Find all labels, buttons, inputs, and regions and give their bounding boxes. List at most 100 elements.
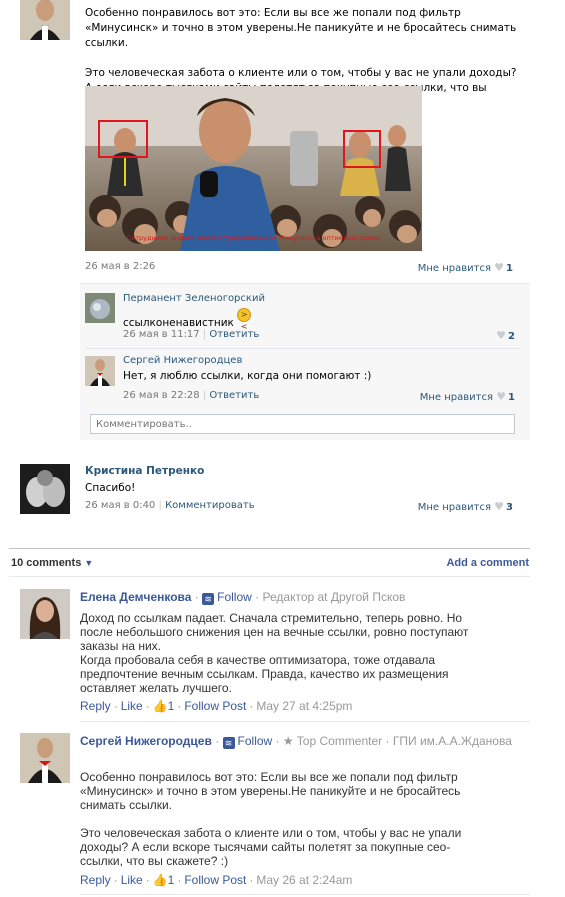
reply-meta: 26 мая в 11:17 | Ответить	[123, 329, 260, 340]
comment-meta: 26 мая в 0:40 | Комментировать	[85, 500, 255, 511]
heart-icon: ♥	[494, 261, 505, 274]
follow-button[interactable]: ≋ Follow	[222, 734, 273, 749]
fb-comment-line: Когда пробовала себя в качестве оптимиза…	[80, 653, 436, 667]
laughing-emoji-icon: ><	[237, 308, 252, 331]
comment-input[interactable]	[90, 414, 515, 434]
like-count: 3	[506, 502, 513, 513]
reply-date[interactable]: 26 мая в 22:28	[123, 390, 200, 401]
reply-text: Нет, я люблю ссылки, когда они помогают …	[123, 370, 372, 382]
comment-like-button[interactable]: Мне нравится ♥ 3	[360, 500, 513, 513]
heart-icon: ♥	[496, 390, 507, 403]
reply-button[interactable]: Reply	[80, 699, 111, 713]
post-text-paragraph-1: Особенно понравилось вот это: Если вы вс…	[85, 7, 517, 49]
reply-like-button[interactable]: ♥ 2	[460, 329, 515, 342]
rss-icon: ≋	[202, 593, 215, 605]
heart-icon: ♥	[494, 500, 505, 513]
post-date[interactable]: 26 мая в 2:26	[85, 261, 155, 272]
comments-count-label: 10 comments	[11, 557, 82, 569]
fb-comment-body: Особенно понравилось вот это: Если вы вс…	[80, 770, 500, 868]
fb-comment-header: Сергей Нижегородцев · ≋ Follow · ★ Top Co…	[80, 733, 530, 749]
comment-text: Спасибо!	[85, 482, 136, 494]
reply-avatar[interactable]	[85, 293, 115, 323]
top-commenter-badge: Top Commenter	[296, 734, 383, 748]
like-count: 1	[506, 263, 513, 274]
follow-label: Follow	[237, 734, 273, 748]
separator-dot: ·	[177, 873, 182, 887]
separator-dot: ·	[255, 590, 260, 604]
reply-author-name[interactable]: Сергей Нижегородцев	[123, 355, 242, 366]
reply-like-button[interactable]: Мне нравится ♥ 1	[380, 390, 515, 403]
fb-comment-line: ссылки, что вы скажете? :)	[80, 854, 229, 868]
like-button[interactable]: Like	[121, 873, 143, 887]
fb-comment-line: предпочтение вечным ссылкам. Правда, кач…	[80, 667, 449, 681]
comment-author-name[interactable]: Кристина Петренко	[85, 465, 204, 477]
photo-caption: Сотрудники Яндекс над пострадавшими от М…	[126, 234, 381, 242]
fb-comment-actions: Reply · Like · 👍1 · Follow Post · May 27 at 4:25…	[80, 699, 352, 713]
reply-text: ссылконенавистник ><	[123, 308, 252, 331]
add-comment-link[interactable]: Add a comment	[446, 557, 529, 569]
rss-icon: ≋	[222, 737, 235, 749]
comment-date[interactable]: 26 мая в 0:40	[85, 500, 155, 511]
fb-comment-line: снимать ссылки.	[80, 798, 172, 812]
thumbs-up-icon: 👍	[152, 699, 168, 713]
star-icon: ★	[282, 734, 294, 748]
fb-comment-role: Редактор at Другой Псков	[262, 590, 406, 604]
fb-comment-date[interactable]: May 26 at 2:24am	[256, 873, 352, 887]
divider	[85, 348, 520, 349]
reply-button[interactable]: Reply	[80, 873, 111, 887]
fb-comment-line: Это человеческая забота о клиенте или о …	[80, 826, 462, 840]
follow-label: Follow	[217, 590, 252, 604]
fb-comment-avatar[interactable]	[20, 733, 70, 783]
heart-icon: ♥	[496, 329, 507, 342]
follow-post-button[interactable]: Follow Post	[184, 699, 246, 713]
reply-text-content: ссылконенавистник	[123, 317, 234, 329]
fb-comment-line	[80, 812, 500, 826]
fb-comment-role: ГПИ им.А.А.Жданова	[392, 734, 512, 748]
post-like-button[interactable]: Мне нравится ♥ 1	[360, 261, 513, 274]
comment-author-avatar[interactable]	[20, 464, 70, 514]
follow-post-button[interactable]: Follow Post	[184, 873, 246, 887]
like-count[interactable]: 1	[168, 699, 175, 713]
reply-button[interactable]: Ответить	[209, 329, 259, 340]
separator-dot: ·	[177, 699, 182, 713]
fb-comment-author[interactable]: Сергей Нижегородцев	[80, 734, 212, 748]
fb-comment-line: доходы? А если вскоре тысячами сайты пол…	[80, 840, 451, 854]
separator-dot: ·	[113, 873, 118, 887]
fb-comment-actions: Reply · Like · 👍1 · Follow Post · May 26 at 2:24…	[80, 873, 352, 887]
fb-comment-date[interactable]: May 27 at 4:25pm	[256, 699, 352, 713]
reply-date[interactable]: 26 мая в 11:17	[123, 329, 200, 340]
fb-comment-author[interactable]: Елена Демченкова	[80, 590, 191, 604]
post-photo[interactable]: Сотрудники Яндекс над пострадавшими от М…	[85, 86, 422, 251]
separator-dot: ·	[194, 590, 199, 604]
like-count: 2	[508, 331, 515, 342]
separator-dot: ·	[113, 699, 118, 713]
reply-avatar[interactable]	[85, 356, 115, 386]
post-author-avatar[interactable]	[20, 0, 70, 40]
like-count[interactable]: 1	[168, 873, 175, 887]
divider	[80, 721, 530, 722]
divider	[9, 548, 530, 549]
like-label: Мне нравится	[419, 392, 493, 403]
fb-comment-line: Доход по ссылкам падает. Сначала стремит…	[80, 611, 463, 625]
reply-button[interactable]: Ответить	[209, 390, 259, 401]
divider	[9, 576, 530, 577]
like-label: Мне нравится	[417, 502, 491, 513]
fb-comment-line: после небольшого снижения цен на вечные …	[80, 625, 469, 639]
reply-author-name[interactable]: Перманент Зеленогорский	[123, 293, 265, 304]
comments-count-dropdown[interactable]: 10 comments ▼	[11, 557, 93, 569]
separator-dot: ·	[275, 734, 280, 748]
reply-meta: 26 мая в 22:28 | Ответить	[123, 390, 260, 401]
fb-comment-line: оставляет желать лучшего.	[80, 681, 232, 695]
follow-button[interactable]: ≋ Follow	[202, 590, 252, 605]
separator-dot: ·	[145, 699, 150, 713]
fb-comment-line: «Минусинск» и точно в этом уверены.Не па…	[80, 784, 461, 798]
fb-comment-avatar[interactable]	[20, 589, 70, 639]
replies-box: Перманент Зеленогорский ссылконенавистни…	[80, 283, 530, 440]
like-button[interactable]: Like	[121, 699, 143, 713]
thumbs-up-icon: 👍	[152, 873, 168, 887]
comment-button[interactable]: Комментировать	[165, 500, 255, 511]
chevron-down-icon: ▼	[84, 558, 94, 568]
separator-dot: ·	[249, 699, 254, 713]
separator-dot: ·	[249, 873, 254, 887]
fb-comment-line: заказы на них.	[80, 639, 161, 653]
